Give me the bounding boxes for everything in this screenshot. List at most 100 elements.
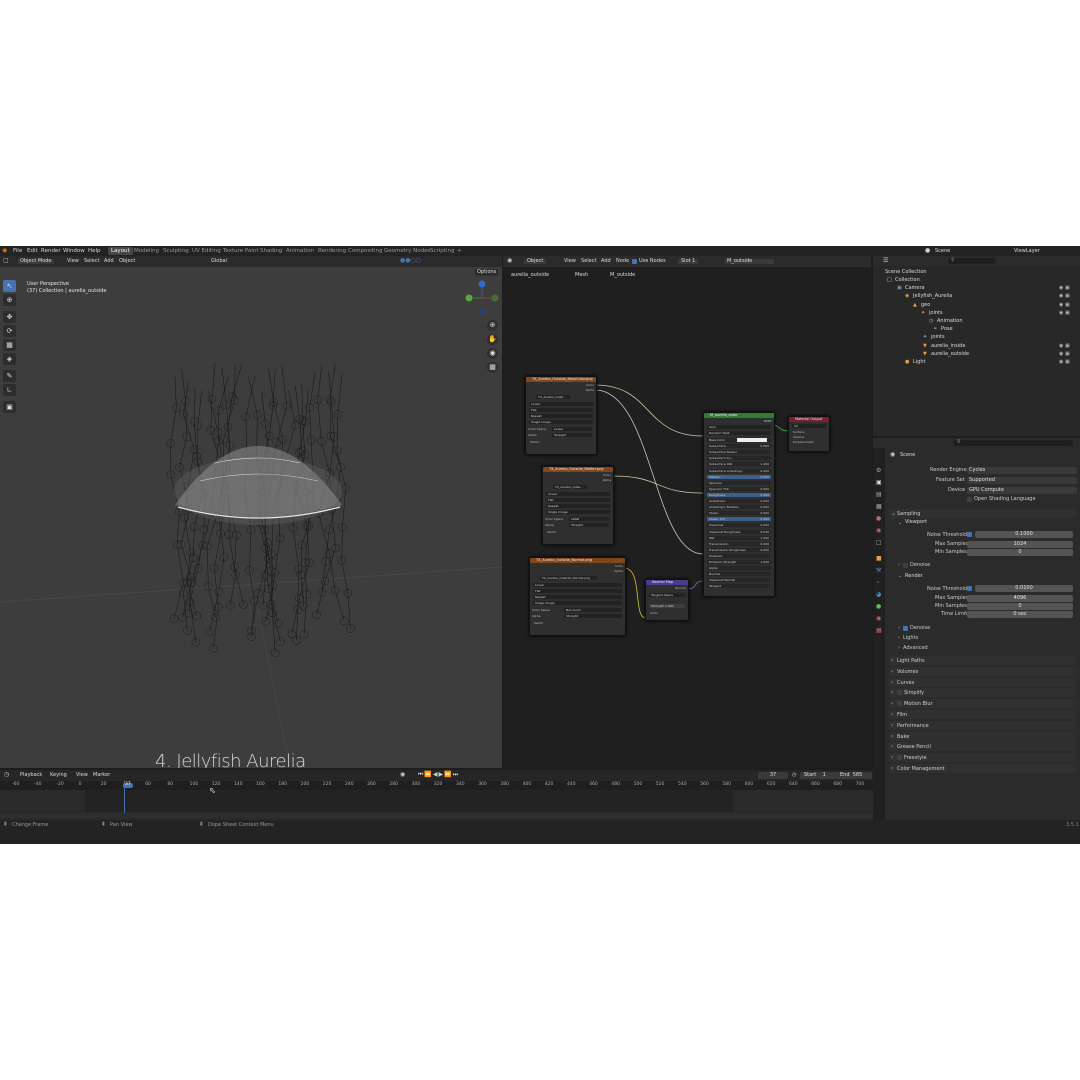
source-select[interactable]: Single Image xyxy=(533,601,622,605)
bsdf-input-row[interactable]: Transmission 0.000 xyxy=(707,541,771,546)
color-space-select[interactable]: Linear xyxy=(552,427,592,431)
projection-select[interactable]: Flat xyxy=(546,498,610,502)
panel-grease-pencil[interactable]: › Grease Pencil xyxy=(889,742,1076,752)
shading-solid-icon[interactable]: ●●○○ xyxy=(400,258,421,264)
panel-volumes[interactable]: › Volumes xyxy=(889,666,1076,676)
record-button-icon[interactable]: ◉ xyxy=(400,772,405,778)
r-noise-threshold-field[interactable]: 0.0100 xyxy=(975,585,1073,592)
panel-motion-blur[interactable]: › Motion Blur xyxy=(889,699,1076,709)
frame-range-area[interactable] xyxy=(85,790,733,812)
3d-viewport[interactable]: ▢ Object Mode View Select Add Object Glo… xyxy=(0,256,502,768)
vp-noise-threshold-checkbox[interactable] xyxy=(967,532,972,537)
world-tab-icon[interactable]: ◉ xyxy=(876,528,881,534)
playhead-line[interactable] xyxy=(124,781,125,813)
color-space-select[interactable]: sRGB xyxy=(569,517,609,521)
image-texture-node-matter[interactable]: TX_Aurelia_Outside_Matter.png Color Alph… xyxy=(542,466,614,545)
keying-menu[interactable]: Keying xyxy=(50,773,67,778)
texture-tab-icon[interactable]: ▦ xyxy=(876,628,882,634)
bsdf-input-row[interactable]: Subsurface IOR 1.400 xyxy=(707,462,771,467)
outliner[interactable]: ☰ ⚲ Scene Collection □ Collection ▣ Camera ◉ … xyxy=(873,256,1080,436)
bsdf-input-row[interactable]: Roughness 0.500 xyxy=(707,492,771,497)
properties-editor[interactable]: ⚲ ⚙ ▣ ▤ ▦ ● ◉ □ ■ ⚒ ∘ ◕ ● ◉ ▦ ◉ Scene Re… xyxy=(873,438,1080,820)
tab-layout[interactable]: Layout xyxy=(108,247,133,255)
add-workspace-button[interactable]: + xyxy=(457,248,462,254)
outliner-item[interactable]: aurelia_outside xyxy=(931,351,969,357)
panel-bake[interactable]: › Bake xyxy=(889,731,1076,741)
feature-set-select[interactable]: Supported xyxy=(967,477,1077,484)
visibility-eye-icon[interactable]: ◉ ▣ xyxy=(1059,343,1070,349)
bsdf-input-row[interactable]: Emission xyxy=(707,553,771,558)
panel-performance[interactable]: › Performance xyxy=(889,720,1076,730)
interpolation-select[interactable]: Linear xyxy=(533,583,622,587)
current-frame-field[interactable]: 37 xyxy=(758,772,788,779)
base-color-swatch[interactable] xyxy=(737,438,767,442)
color-space-select[interactable]: Non-Color xyxy=(564,608,622,612)
marker-menu[interactable]: Marker xyxy=(93,773,110,778)
target-select[interactable]: All xyxy=(792,424,826,428)
r-max-samples-field[interactable]: 4096 xyxy=(967,595,1073,602)
advanced-subpanel[interactable]: Advanced xyxy=(903,646,928,651)
playback-controls-icon[interactable]: ⏮⏪◀▶⏩⏭ xyxy=(418,772,459,778)
projection-select[interactable]: Flat xyxy=(533,589,622,593)
menu-render[interactable]: Render xyxy=(41,248,61,254)
menu-window[interactable]: Window xyxy=(63,248,85,254)
menu-edit[interactable]: Edit xyxy=(27,248,38,254)
outliner-item[interactable]: joints xyxy=(929,310,943,316)
timeline[interactable]: ◷ Playback Keying View Marker ◉ ⏮⏪◀▶⏩⏭ 3… xyxy=(0,770,873,820)
vp-max-samples-field[interactable]: 1024 xyxy=(967,541,1073,548)
r-denoise-checkbox[interactable] xyxy=(903,626,908,631)
blender-logo-icon[interactable]: ◉ xyxy=(2,248,7,254)
visibility-eye-icon[interactable]: ◉ ▣ xyxy=(1059,302,1070,308)
scene-tab-icon[interactable]: ● xyxy=(876,516,881,522)
image-selector[interactable]: TX_Aurelia_Outsi... xyxy=(536,395,570,399)
bsdf-input-row[interactable]: IOR 1.450 xyxy=(707,535,771,540)
viewport-menu-object[interactable]: Object xyxy=(119,259,135,264)
extension-select[interactable]: Repeat xyxy=(546,504,610,508)
bsdf-input-row[interactable]: Tangent xyxy=(707,584,771,589)
extension-select[interactable]: Repeat xyxy=(529,414,593,418)
collection-tab-icon[interactable]: □ xyxy=(876,540,882,546)
bsdf-input-row[interactable]: Subsurface Co... xyxy=(707,456,771,461)
bsdf-input-row[interactable]: Clearcoat Roughness 0.030 xyxy=(707,529,771,534)
modifier-tab-icon[interactable]: ⚒ xyxy=(876,568,881,574)
material-output-node[interactable]: Material Output All Surface Volume Displ… xyxy=(788,416,830,452)
bsdf-input-row[interactable]: Subsurface Anisotropy 0.000 xyxy=(707,468,771,473)
panel-curves[interactable]: › Curves xyxy=(889,677,1076,687)
panel-freestyle[interactable]: › Freestyle xyxy=(889,753,1076,763)
tab-rendering[interactable]: Rendering xyxy=(318,248,346,254)
visibility-eye-icon[interactable]: ◉ ▣ xyxy=(1059,360,1070,365)
vp-min-samples-field[interactable]: 0 xyxy=(967,549,1073,556)
tab-texture-paint[interactable]: Texture Paint xyxy=(223,248,259,254)
frame-ruler[interactable]: -60 -40 -20 0 20 37 60 80 100 120 140 160 180 200 220 2… xyxy=(0,781,873,790)
tab-compositing[interactable]: Compositing xyxy=(348,248,382,254)
menu-help[interactable]: Help xyxy=(88,248,101,254)
output-tab-icon[interactable]: ▤ xyxy=(876,492,882,498)
bsdf-input-row[interactable]: Subsurface 0.000 xyxy=(707,444,771,449)
panel-light-paths[interactable]: › Light Paths xyxy=(889,656,1076,665)
particles-tab-icon[interactable]: ∘ xyxy=(876,580,880,586)
interpolation-select[interactable]: Linear xyxy=(546,492,610,496)
visibility-eye-icon[interactable]: ◉ ▣ xyxy=(1059,286,1070,291)
r-noise-threshold-checkbox[interactable] xyxy=(967,586,972,591)
outliner-type-icon[interactable]: ☰ xyxy=(883,258,888,264)
projection-select[interactable]: Flat xyxy=(529,408,593,412)
outliner-item[interactable]: Animation xyxy=(937,319,963,324)
outliner-item[interactable]: Collection xyxy=(895,278,920,283)
constraints-tab-icon[interactable]: ● xyxy=(876,604,881,610)
visibility-eye-icon[interactable]: ◉ ▣ xyxy=(1059,294,1070,299)
bsdf-input-row[interactable]: Anisotropic Rotation 0.000 xyxy=(707,505,771,510)
bsdf-input-row[interactable]: Emission Strength 1.000 xyxy=(707,560,771,564)
image-texture-node-basecolor[interactable]: TX_Aurelia_Outside_BaseColor.png Color A… xyxy=(525,376,597,455)
render-tab-icon[interactable]: ▣ xyxy=(876,480,882,486)
panel-color-management[interactable]: › Color Management xyxy=(889,764,1076,773)
tab-shading[interactable]: Shading xyxy=(260,248,282,254)
bsdf-input-row[interactable]: Transmission Roughness 0.000 xyxy=(707,547,771,552)
bsdf-input-row[interactable]: Clearcoat 0.000 xyxy=(707,523,771,528)
tab-uv-editing[interactable]: UV Editing xyxy=(192,248,221,254)
space-select[interactable]: Tangent Space xyxy=(649,593,685,597)
start-frame-field[interactable]: Start 1 xyxy=(800,772,838,779)
bsdf-input-row[interactable]: Specular Tint 0.000 xyxy=(707,486,771,491)
r-min-samples-field[interactable]: 0 xyxy=(967,603,1073,610)
alpha-mode-select[interactable]: Straight xyxy=(569,523,609,527)
object-tab-icon[interactable]: ■ xyxy=(876,556,882,562)
